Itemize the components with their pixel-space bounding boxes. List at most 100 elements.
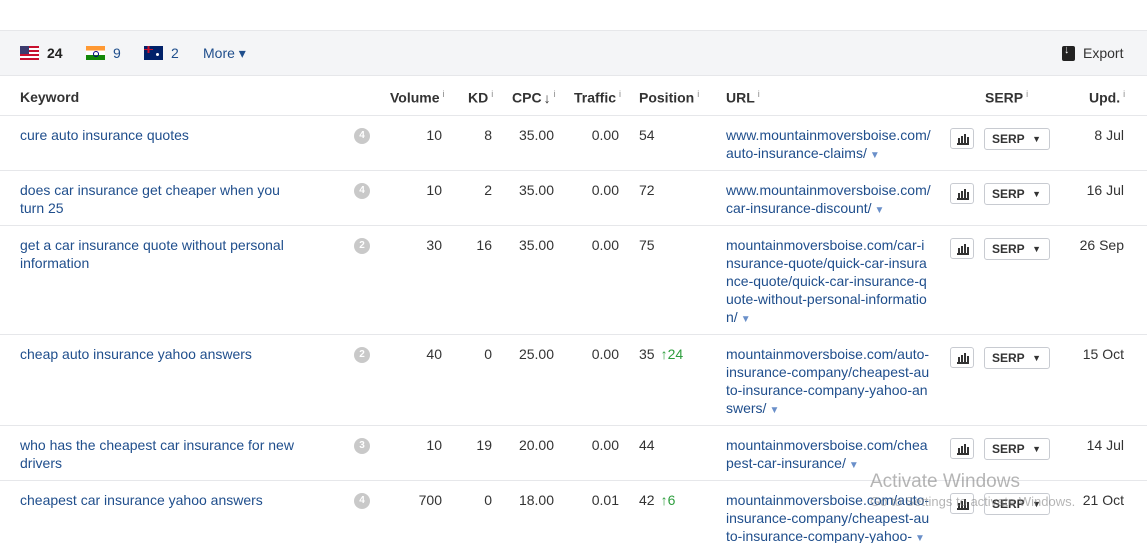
info-icon[interactable]: i — [1026, 89, 1028, 99]
india-flag-icon — [86, 46, 105, 60]
column-header-kd[interactable]: KD i — [468, 89, 493, 106]
info-icon[interactable]: i — [554, 89, 556, 99]
bar-chart-icon — [957, 189, 969, 200]
export-label: Export — [1083, 45, 1124, 61]
info-icon[interactable]: i — [697, 89, 699, 99]
column-header-serp[interactable]: SERP i — [985, 89, 1028, 106]
position-history-button[interactable] — [950, 493, 974, 514]
cpc-value: 35.00 — [518, 182, 554, 198]
url-dropdown-icon[interactable]: ▼ — [870, 150, 880, 161]
serp-features-badge[interactable]: 3 — [354, 438, 370, 454]
url-dropdown-icon[interactable]: ▼ — [741, 314, 751, 325]
url-text: www.mountainmoversboise.com/auto-insuran… — [726, 127, 931, 161]
serp-button[interactable]: SERP ▼ — [984, 238, 1050, 260]
serp-features-badge[interactable]: 4 — [354, 128, 370, 144]
download-icon — [1062, 44, 1075, 61]
serp-button[interactable]: SERP ▼ — [984, 183, 1050, 205]
country-us[interactable]: 24 — [20, 45, 63, 61]
country-count: 24 — [47, 45, 63, 61]
url-link[interactable]: www.mountainmoversboise.com/auto-insuran… — [726, 126, 932, 165]
position-history-button[interactable] — [950, 347, 974, 368]
country-count: 2 — [171, 45, 179, 61]
header-label: URL — [726, 89, 755, 106]
serp-features-badge[interactable]: 4 — [354, 493, 370, 509]
position-history-button[interactable] — [950, 438, 974, 459]
position-value: 42 — [639, 492, 655, 508]
country-australia[interactable]: 2 — [144, 45, 179, 61]
url-text: mountainmoversboise.com/auto-insurance-c… — [726, 346, 930, 416]
more-countries-button[interactable]: More ▾ — [203, 45, 246, 62]
url-link[interactable]: mountainmoversboise.com/auto-insurance-c… — [726, 345, 932, 420]
info-icon[interactable]: i — [443, 89, 445, 99]
keyword-link[interactable]: who has the cheapest car insurance for n… — [20, 436, 300, 472]
serp-button[interactable]: SERP ▼ — [984, 438, 1050, 460]
url-link[interactable]: mountainmoversboise.com/cheapest-car-ins… — [726, 436, 932, 475]
keyword-link[interactable]: does car insurance get cheaper when you … — [20, 181, 300, 217]
volume-value: 30 — [426, 237, 442, 253]
serp-button-label: SERP — [992, 132, 1025, 146]
chevron-down-icon: ▼ — [1032, 189, 1041, 199]
serp-button-label: SERP — [992, 442, 1025, 456]
url-link[interactable]: mountainmoversboise.com/car-insurance-qu… — [726, 236, 932, 329]
url-text: www.mountainmoversboise.com/car-insuranc… — [726, 182, 931, 216]
position-change: ↑6 — [660, 492, 676, 508]
header-label: Keyword — [20, 89, 80, 105]
url-link[interactable]: www.mountainmoversboise.com/car-insuranc… — [726, 181, 932, 220]
country-india[interactable]: 9 — [86, 45, 121, 61]
position-history-button[interactable] — [950, 183, 974, 204]
position-value: 72 — [639, 182, 655, 198]
position-value: 54 — [639, 127, 655, 143]
column-header-traffic[interactable]: Traffic i — [574, 89, 621, 106]
position-value: 75 — [639, 237, 655, 253]
serp-features-badge[interactable]: 4 — [354, 183, 370, 199]
position-history-button[interactable] — [950, 238, 974, 259]
export-button[interactable]: Export — [1062, 44, 1124, 61]
serp-features-badge[interactable]: 2 — [354, 347, 370, 363]
traffic-value: 0.00 — [591, 437, 619, 453]
keyword-link[interactable]: get a car insurance quote without person… — [20, 236, 300, 272]
cpc-value: 35.00 — [518, 237, 554, 253]
url-text: mountainmoversboise.com/auto-insurance-c… — [726, 492, 930, 543]
column-header-volume[interactable]: Volume i — [390, 89, 445, 106]
info-icon[interactable]: i — [758, 89, 760, 99]
url-dropdown-icon[interactable]: ▼ — [875, 205, 885, 216]
position-value: 44 — [639, 437, 655, 453]
keyword-link[interactable]: cheapest car insurance yahoo answers — [20, 491, 300, 509]
serp-button[interactable]: SERP ▼ — [984, 347, 1050, 369]
volume-value: 10 — [426, 127, 442, 143]
info-icon[interactable]: i — [1123, 89, 1125, 99]
url-dropdown-icon[interactable]: ▼ — [849, 460, 859, 471]
column-header-url[interactable]: URL i — [726, 89, 760, 106]
sort-desc-icon: ↓ — [543, 89, 551, 106]
country-count: 9 — [113, 45, 121, 61]
traffic-value: 0.00 — [591, 237, 619, 253]
header-label: Volume — [390, 89, 440, 106]
bar-chart-icon — [957, 499, 969, 510]
header-label: Position — [639, 89, 695, 106]
header-label: CPC — [512, 89, 542, 106]
updated-date: 16 Jul — [1086, 182, 1124, 198]
table-row: cure auto insurance quotes 4 10 8 35.00 0.00 5… — [0, 116, 1147, 171]
serp-button[interactable]: SERP ▼ — [984, 128, 1050, 150]
url-dropdown-icon[interactable]: ▼ — [769, 405, 779, 416]
info-icon[interactable]: i — [619, 89, 621, 99]
header-label: Upd. — [1089, 89, 1121, 106]
kd-value: 16 — [476, 237, 492, 253]
serp-features-badge[interactable]: 2 — [354, 238, 370, 254]
info-icon[interactable]: i — [491, 89, 493, 99]
kd-value: 19 — [476, 437, 492, 453]
table-row: cheap auto insurance yahoo answers 2 40 0 25… — [0, 335, 1147, 426]
position-history-button[interactable] — [950, 128, 974, 149]
keyword-link[interactable]: cure auto insurance quotes — [20, 126, 300, 144]
url-link[interactable]: mountainmoversboise.com/auto-insurance-c… — [726, 491, 932, 543]
url-dropdown-icon[interactable]: ▼ — [915, 533, 925, 543]
serp-button[interactable]: SERP ▼ — [984, 493, 1050, 515]
column-header-updated[interactable]: Upd. i — [1089, 89, 1125, 106]
chevron-down-icon: ▼ — [1032, 244, 1041, 254]
keyword-link[interactable]: cheap auto insurance yahoo answers — [20, 345, 300, 363]
column-header-keyword[interactable]: Keyword — [20, 89, 79, 105]
column-header-position[interactable]: Position i — [639, 89, 699, 106]
updated-date: 14 Jul — [1086, 437, 1124, 453]
column-header-cpc[interactable]: CPC ↓ i — [512, 89, 556, 106]
updated-date: 21 Oct — [1082, 492, 1124, 508]
